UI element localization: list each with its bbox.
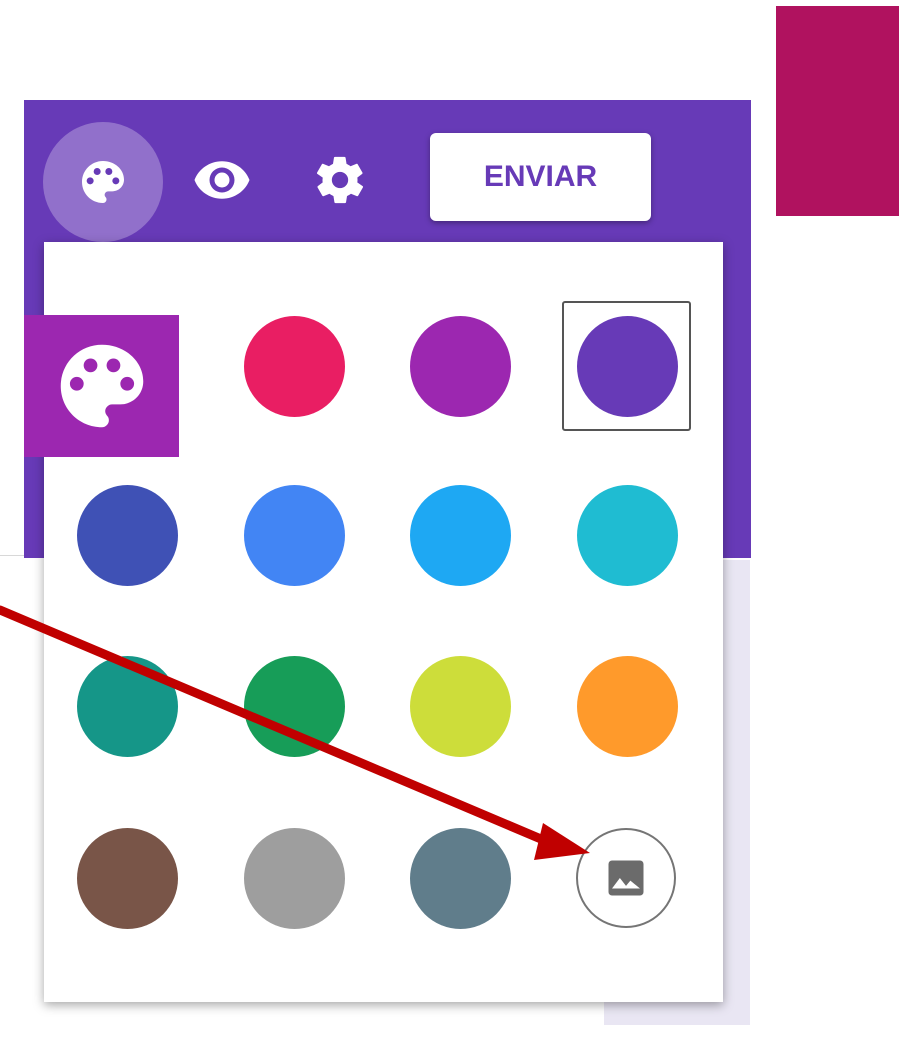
- send-button[interactable]: ENVIAR: [430, 133, 651, 221]
- settings-button[interactable]: [306, 146, 374, 214]
- color-swatch[interactable]: [410, 656, 511, 757]
- image-icon: [608, 860, 644, 896]
- color-swatch[interactable]: [244, 656, 345, 757]
- color-swatch[interactable]: [410, 828, 511, 929]
- color-swatch[interactable]: [77, 656, 178, 757]
- color-swatch[interactable]: [77, 828, 178, 929]
- palette-icon: [60, 344, 143, 428]
- gear-icon: [316, 156, 364, 204]
- corner-color-block: [776, 6, 899, 216]
- color-swatch[interactable]: [77, 485, 178, 586]
- color-swatch[interactable]: [244, 485, 345, 586]
- color-swatch[interactable]: [410, 316, 511, 417]
- color-swatch[interactable]: [410, 485, 511, 586]
- upload-image-button[interactable]: [576, 828, 676, 928]
- color-swatch[interactable]: [244, 828, 345, 929]
- customize-theme-button[interactable]: [43, 122, 163, 242]
- palette-overlay-tile: [24, 315, 179, 457]
- eye-icon: [194, 161, 250, 199]
- color-swatch[interactable]: [244, 316, 345, 417]
- color-swatch-selected[interactable]: [577, 316, 678, 417]
- color-swatch[interactable]: [577, 485, 678, 586]
- color-swatch[interactable]: [577, 656, 678, 757]
- preview-button[interactable]: [190, 148, 254, 212]
- palette-icon: [82, 161, 124, 203]
